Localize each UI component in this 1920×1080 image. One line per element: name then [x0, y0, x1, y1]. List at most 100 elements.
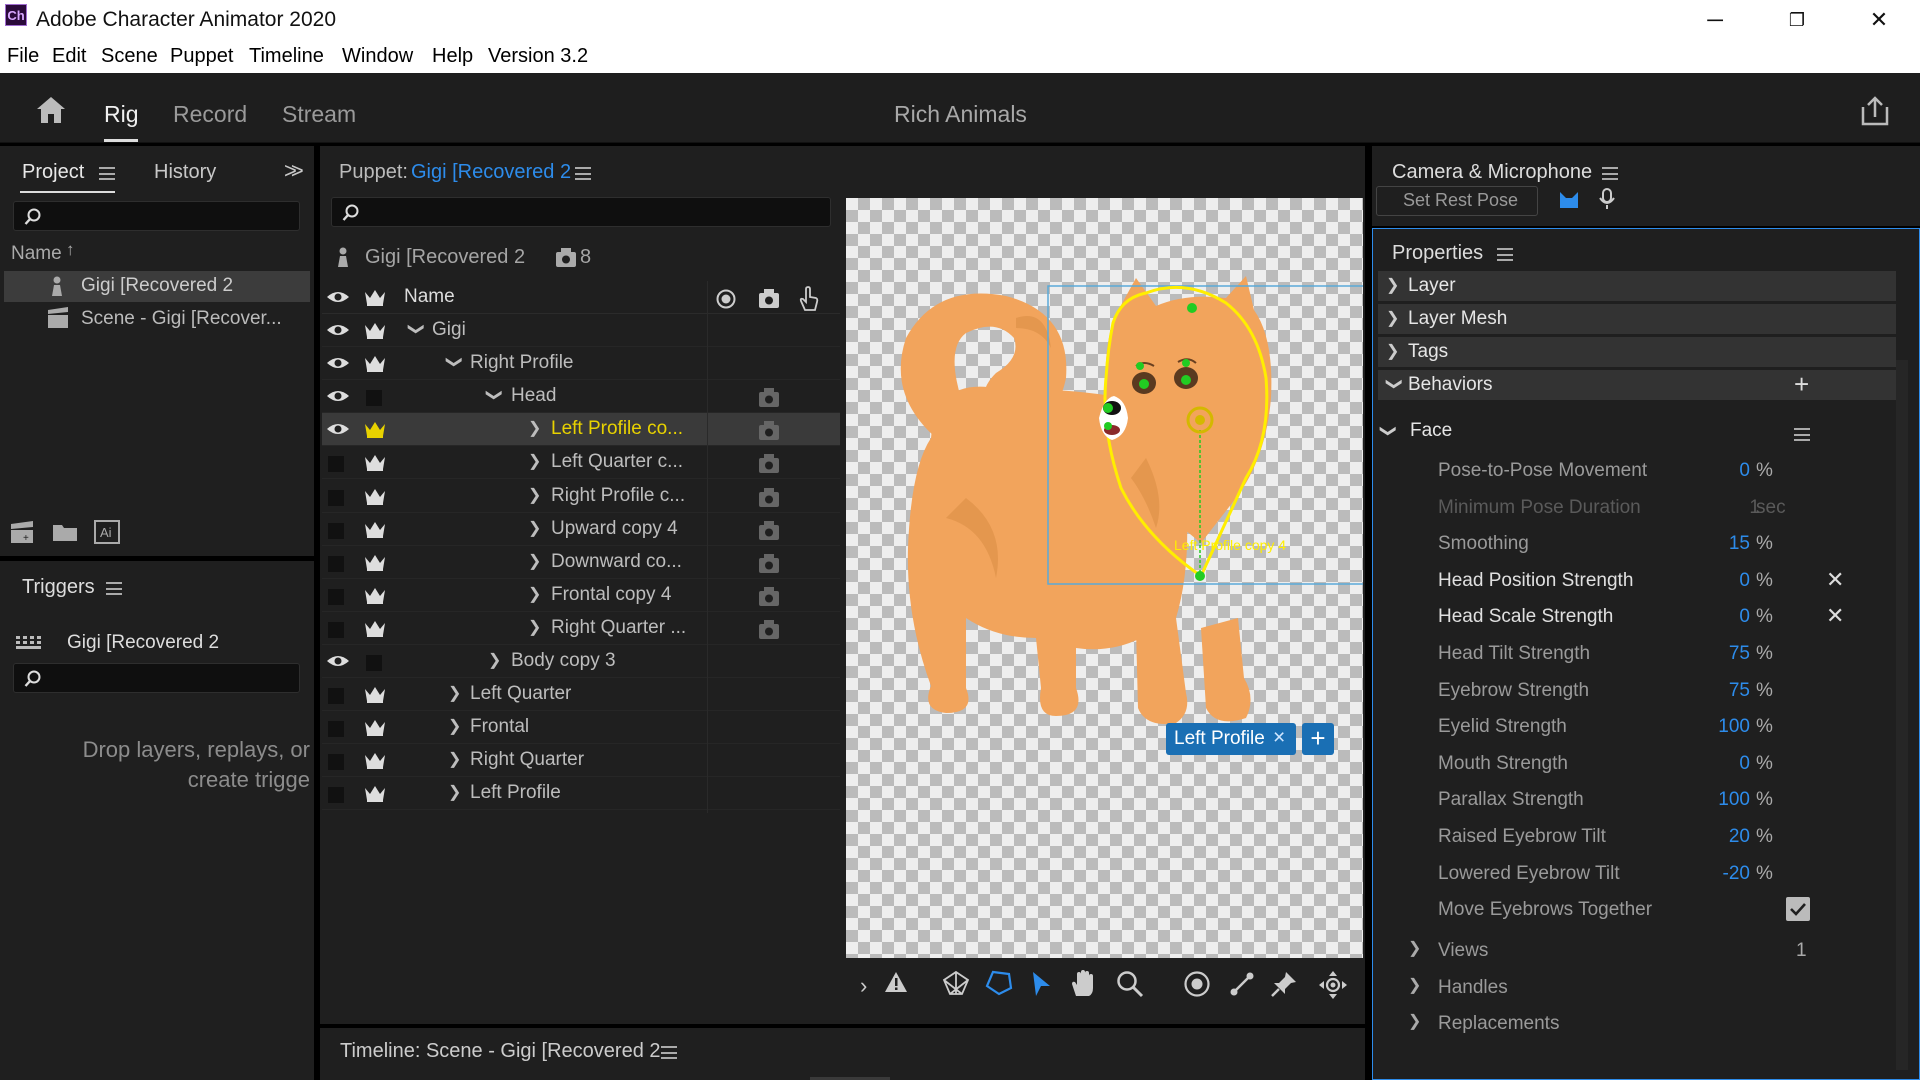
pin-tool-icon[interactable] — [1270, 970, 1298, 998]
visibility-eye-icon[interactable] — [326, 290, 350, 304]
camera-icon[interactable] — [758, 388, 780, 413]
menu-scene[interactable]: Scene — [101, 45, 158, 68]
shape-tool-icon[interactable] — [985, 970, 1013, 996]
dragger-tool-icon[interactable] — [1318, 970, 1348, 1000]
chevron-down-icon[interactable]: ❯ — [407, 322, 427, 335]
project-search-input[interactable] — [13, 201, 300, 231]
layer-row[interactable]: ❯ Right Profile — [322, 347, 840, 381]
param-value[interactable]: 20 — [1680, 826, 1750, 848]
chevron-down-icon[interactable]: ❯ — [1379, 424, 1399, 437]
project-menu-icon[interactable] — [99, 167, 115, 180]
menu-window[interactable]: Window — [342, 45, 413, 68]
subgroup-label[interactable]: Replacements — [1438, 1013, 1559, 1035]
chevron-right-icon[interactable]: ❯ — [528, 551, 541, 571]
crown-toggle[interactable] — [366, 655, 382, 671]
chevron-right-icon[interactable]: ❯ — [1408, 975, 1421, 995]
properties-menu-icon[interactable] — [1497, 248, 1513, 261]
visibility-toggle[interactable] — [328, 688, 344, 705]
visibility-toggle[interactable] — [328, 787, 344, 804]
tag-add-button[interactable]: + — [1302, 723, 1334, 755]
zoom-icon[interactable] — [1116, 970, 1144, 998]
clear-param-icon[interactable]: ✕ — [1826, 567, 1844, 593]
tab-history[interactable]: History — [154, 161, 216, 184]
section-tags[interactable]: ❯ Tags — [1378, 337, 1896, 367]
chevron-right-icon[interactable]: ❯ — [448, 683, 461, 703]
triggers-search-input[interactable] — [13, 663, 300, 693]
chevron-right-icon[interactable]: ❯ — [448, 749, 461, 769]
chevron-right-icon[interactable]: ❯ — [1408, 1011, 1421, 1031]
close-button[interactable]: ✕ — [1838, 0, 1920, 40]
triggers-menu-icon[interactable] — [106, 582, 122, 595]
hand-touch-icon[interactable] — [798, 286, 820, 312]
param-value[interactable]: 15 — [1680, 533, 1750, 555]
param-value[interactable]: 0 — [1680, 460, 1750, 482]
crown-icon[interactable] — [364, 553, 386, 577]
chevron-right-icon[interactable]: ❯ — [488, 650, 501, 670]
camera-column-icon[interactable] — [758, 289, 780, 309]
visibility-eye-icon[interactable] — [326, 356, 350, 375]
layer-row[interactable]: ❯ Left Profile — [322, 777, 840, 811]
expand-panels-icon[interactable]: >> — [284, 158, 304, 184]
layer-row[interactable]: ❯ Left Profile co... — [322, 413, 840, 447]
param-value[interactable]: 75 — [1680, 680, 1750, 702]
chevron-right-icon[interactable]: ❯ — [528, 518, 541, 538]
layer-row[interactable]: ❯ Right Quarter — [322, 744, 840, 778]
tag-chip[interactable]: Left Profile × — [1166, 723, 1296, 755]
puppet-menu-icon[interactable] — [575, 167, 591, 180]
chevron-right-icon[interactable]: ❯ — [448, 782, 461, 802]
camera-icon[interactable] — [758, 487, 780, 513]
chevron-right-icon[interactable]: ❯ — [528, 485, 541, 505]
menu-version[interactable]: Version 3.2 — [488, 45, 588, 68]
crown-icon[interactable] — [364, 718, 386, 742]
microphone-icon[interactable] — [1598, 188, 1616, 210]
param-value[interactable]: 0 — [1680, 570, 1750, 592]
illustrator-import-icon[interactable]: Ai — [94, 520, 120, 544]
crown-icon[interactable] — [364, 420, 386, 444]
layer-row[interactable]: ❯ Left Quarter — [322, 678, 840, 712]
face-behavior-menu-icon[interactable] — [1794, 428, 1810, 441]
section-layer[interactable]: ❯ Layer — [1378, 271, 1896, 301]
layer-row[interactable]: ❯ Right Profile c... — [322, 480, 840, 513]
puppet-search-input[interactable] — [331, 197, 831, 227]
add-behavior-icon[interactable]: + — [1794, 369, 1809, 400]
tab-rig[interactable]: Rig — [104, 101, 139, 128]
behavior-face-title[interactable]: Face — [1410, 420, 1452, 442]
project-item-scene[interactable]: Scene - Gigi [Recover... — [4, 304, 310, 335]
crown-icon[interactable] — [364, 321, 386, 345]
chevron-down-icon[interactable]: ❯ — [485, 388, 505, 401]
minimize-button[interactable]: ─ — [1674, 0, 1756, 40]
param-value[interactable]: 75 — [1680, 643, 1750, 665]
mesh-tool-icon[interactable] — [942, 970, 970, 996]
camera-input-icon[interactable] — [1558, 190, 1580, 210]
sort-ascending-icon[interactable]: ↑ — [66, 240, 75, 260]
param-value[interactable]: 0 — [1680, 606, 1750, 628]
crown-icon[interactable] — [364, 751, 386, 775]
crown-icon[interactable] — [364, 354, 386, 378]
share-icon[interactable] — [1860, 95, 1890, 127]
properties-scrollbar[interactable] — [1896, 360, 1908, 1070]
chevron-right-icon[interactable]: ❯ — [528, 584, 541, 604]
chevron-down-icon[interactable]: ❯ — [445, 355, 465, 368]
visibility-toggle[interactable] — [328, 721, 344, 738]
subgroup-label[interactable]: Views — [1438, 940, 1488, 962]
camera-icon[interactable] — [758, 421, 780, 446]
tab-project[interactable]: Project — [22, 161, 84, 184]
hand-pan-icon[interactable] — [1070, 970, 1096, 998]
set-rest-pose-button[interactable]: Set Rest Pose — [1376, 186, 1538, 216]
menu-puppet[interactable]: Puppet — [170, 45, 233, 68]
layer-row[interactable]: ❯ Body copy 3 — [322, 645, 840, 678]
dog-puppet-artwork[interactable]: Left Profile copy 4 — [846, 198, 1363, 958]
subgroup-label[interactable]: Handles — [1438, 977, 1508, 999]
menu-help[interactable]: Help — [432, 45, 473, 68]
param-value[interactable]: 0 — [1680, 753, 1750, 775]
layer-row[interactable]: ❯ Frontal copy 4 — [322, 579, 840, 612]
visibility-toggle[interactable] — [328, 621, 344, 638]
layer-row[interactable]: ❯ Left Quarter c... — [322, 446, 840, 480]
record-target-icon[interactable] — [716, 289, 736, 309]
section-layer-mesh[interactable]: ❯ Layer Mesh — [1378, 304, 1896, 334]
camera-menu-icon[interactable] — [1602, 167, 1618, 180]
tag-remove-icon[interactable]: × — [1273, 726, 1285, 750]
rig-canvas[interactable]: Left Profile copy 4 — [846, 198, 1363, 958]
section-behaviors[interactable]: ❯ Behaviors + — [1378, 369, 1896, 400]
menu-edit[interactable]: Edit — [52, 45, 86, 68]
